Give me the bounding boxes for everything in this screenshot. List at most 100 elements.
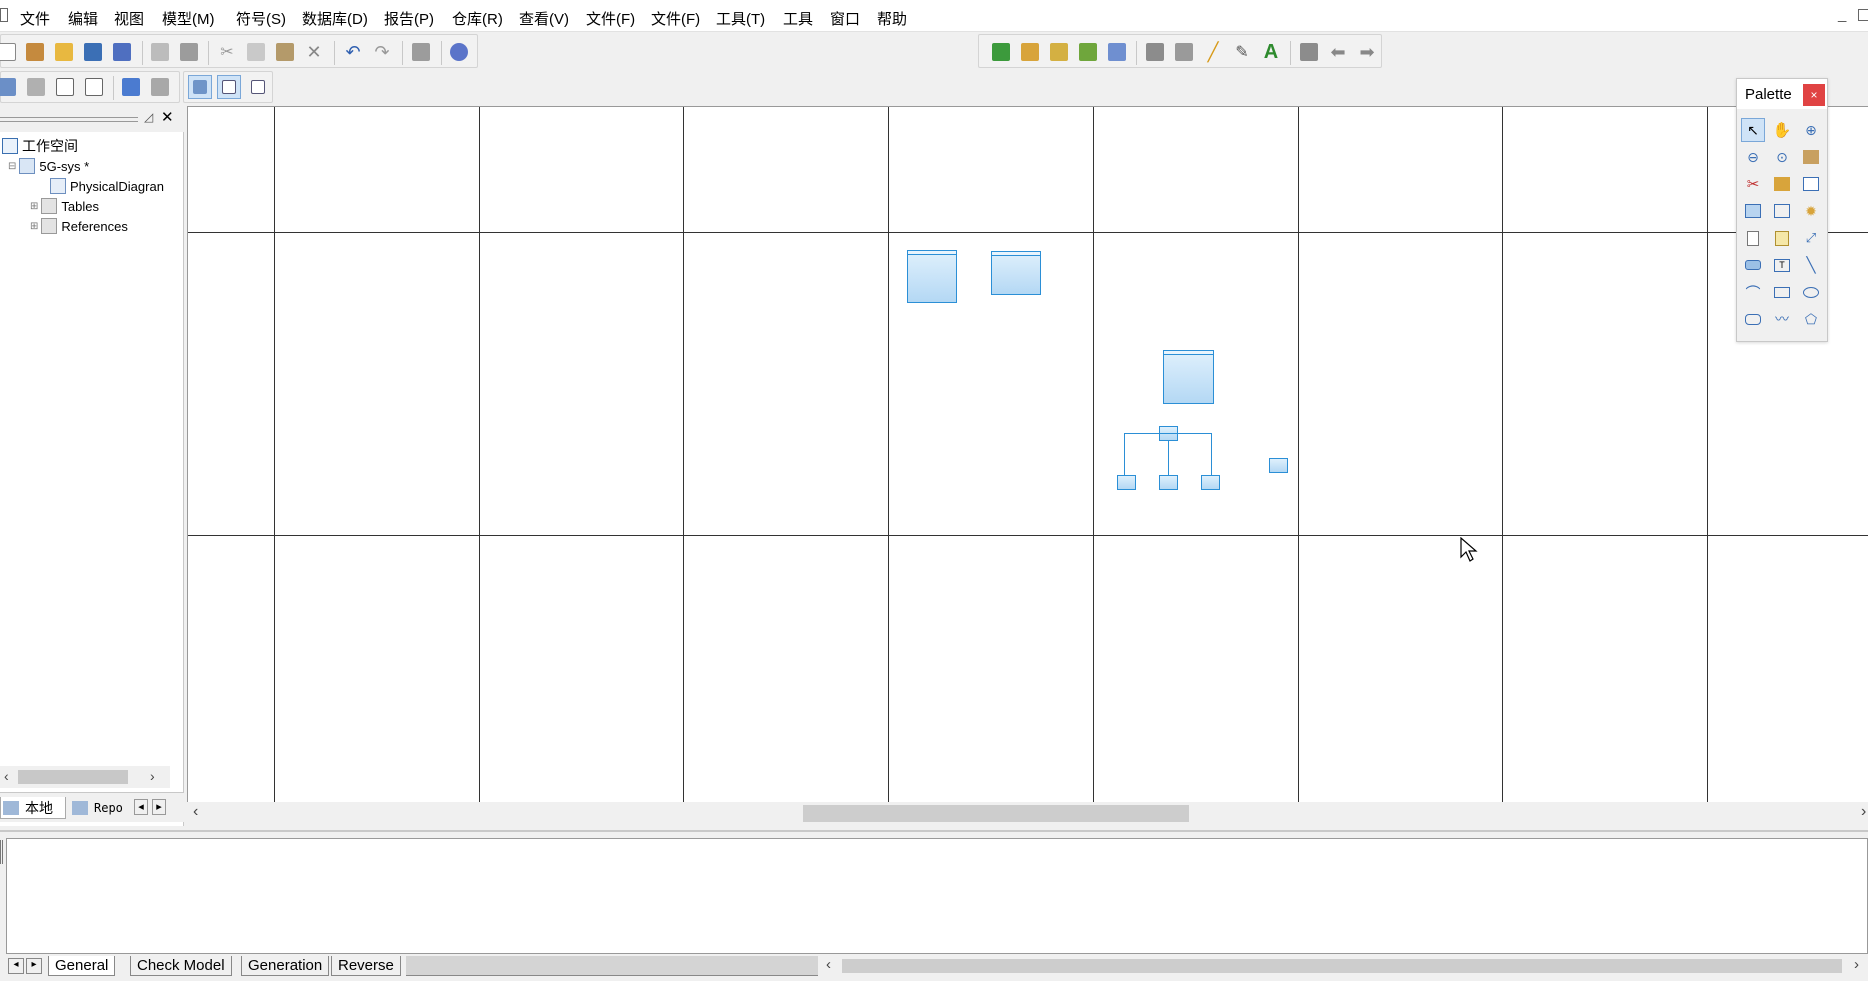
cut-icon[interactable]: ✂ xyxy=(215,40,239,64)
tb2-icon-3[interactable] xyxy=(53,75,77,99)
menu-view[interactable]: 视图 xyxy=(114,8,144,29)
output-horizontal-scrollbar[interactable]: ‹ › xyxy=(820,956,1868,976)
paste-icon[interactable] xyxy=(273,40,297,64)
open-icon[interactable] xyxy=(52,40,76,64)
menu-tools[interactable]: 工具 xyxy=(783,8,813,29)
expand-icon[interactable]: ⊞ xyxy=(30,201,38,212)
table-symbol[interactable] xyxy=(991,251,1041,295)
menu-file-2[interactable]: 文件(F) xyxy=(586,8,635,29)
collapse-icon[interactable]: ⊟ xyxy=(8,161,16,172)
ellipse-tool-icon[interactable] xyxy=(1799,280,1823,304)
arrow-right-icon[interactable]: ➡ xyxy=(1355,40,1379,64)
delete-icon[interactable]: ✕ xyxy=(302,40,326,64)
rectangle-tool-icon[interactable] xyxy=(1770,280,1794,304)
new-icon[interactable] xyxy=(0,40,19,64)
arrow-left-icon[interactable]: ⬅ xyxy=(1326,40,1350,64)
print-preview-icon[interactable] xyxy=(148,40,172,64)
tab-scroll-left-icon[interactable]: ◂ xyxy=(8,958,24,974)
view-tool-icon[interactable] xyxy=(1741,199,1765,223)
grid-icon[interactable] xyxy=(246,75,270,99)
polygon-tool-icon[interactable]: ⬠ xyxy=(1799,307,1823,331)
tab-scroll-right-icon[interactable]: ▸ xyxy=(152,799,166,815)
menu-window[interactable]: 窗口 xyxy=(830,8,860,29)
properties-icon[interactable] xyxy=(409,40,433,64)
save-icon[interactable] xyxy=(81,40,105,64)
zoom-fit-icon[interactable]: ⊙ xyxy=(1770,145,1794,169)
reference-tool-icon[interactable] xyxy=(1770,199,1794,223)
refresh-icon[interactable] xyxy=(1076,40,1100,64)
print-icon[interactable] xyxy=(177,40,201,64)
title-tool-icon[interactable]: T xyxy=(1770,253,1794,277)
pin-icon[interactable]: ◿ xyxy=(144,110,153,124)
scroll-right-icon[interactable]: › xyxy=(150,768,155,784)
menu-model[interactable]: 模型(M) xyxy=(162,8,215,29)
palette-close-button[interactable]: × xyxy=(1803,84,1825,106)
menu-help[interactable]: 帮助 xyxy=(877,8,907,29)
new-model-icon[interactable] xyxy=(23,40,47,64)
arc-tool-icon[interactable]: ⌒ xyxy=(1741,280,1765,304)
file-tool-icon[interactable] xyxy=(1741,226,1765,250)
tb2-icon-4[interactable] xyxy=(82,75,106,99)
menu-file-3[interactable]: 文件(F) xyxy=(651,8,700,29)
align-icon[interactable] xyxy=(1297,40,1321,64)
tree-item-references[interactable]: ⊞ References xyxy=(30,216,128,236)
rounded-rect-tool-icon[interactable] xyxy=(1741,307,1765,331)
procedure-tool-icon[interactable]: ✹ xyxy=(1799,199,1823,223)
checkout-icon[interactable] xyxy=(447,40,471,64)
scroll-thumb[interactable] xyxy=(803,805,1189,822)
list-icon[interactable] xyxy=(217,75,241,99)
scroll-right-icon[interactable]: › xyxy=(1854,956,1859,973)
find-icon[interactable] xyxy=(188,75,212,99)
tab-scroll-left-icon[interactable]: ◂ xyxy=(134,799,148,815)
tree-item-workspace[interactable]: 工作空间 xyxy=(2,136,78,156)
browser-horizontal-scrollbar[interactable]: ‹ › xyxy=(0,766,170,788)
menu-file-1[interactable]: 文件 xyxy=(20,8,50,29)
restore-icon[interactable] xyxy=(1858,9,1868,21)
check-icon[interactable] xyxy=(1105,40,1129,64)
tb2-icon-6[interactable] xyxy=(148,75,172,99)
tree-item-tables[interactable]: ⊞ Tables xyxy=(30,196,99,216)
table-symbol[interactable] xyxy=(1163,350,1214,404)
menu-database[interactable]: 数据库(D) xyxy=(302,8,368,29)
tab-generation[interactable]: Generation xyxy=(241,956,330,976)
canvas-horizontal-scrollbar[interactable]: ‹ › xyxy=(187,802,1868,824)
tb2-icon-2[interactable] xyxy=(24,75,48,99)
save-all-icon[interactable] xyxy=(110,40,134,64)
undo-icon[interactable]: ↶ xyxy=(341,40,365,64)
polyline-tool-icon[interactable]: 〰 xyxy=(1770,307,1794,331)
pen-icon[interactable]: ╱ xyxy=(1201,40,1225,64)
table-symbol-small[interactable] xyxy=(1159,475,1178,490)
add-procedure-icon[interactable] xyxy=(1047,40,1071,64)
zoom-out-icon[interactable]: ⊖ xyxy=(1741,145,1765,169)
scroll-thumb[interactable] xyxy=(842,959,1842,973)
close-browser-icon[interactable]: ✕ xyxy=(161,108,174,126)
add-table-icon[interactable] xyxy=(989,40,1013,64)
tree-item-model[interactable]: ⊟ 5G-sys * xyxy=(8,156,89,176)
tree-item-diagram[interactable]: PhysicalDiagran xyxy=(50,176,164,196)
scroll-left-icon[interactable]: ‹ xyxy=(4,768,9,784)
tab-reverse[interactable]: Reverse xyxy=(331,956,401,976)
menu-repository[interactable]: 仓库(R) xyxy=(452,8,503,29)
tb2-icon-5[interactable] xyxy=(119,75,143,99)
tab-scroll-right-icon[interactable]: ▸ xyxy=(26,958,42,974)
tab-repo[interactable]: Repo xyxy=(70,797,132,819)
tab-local[interactable]: 本地 xyxy=(0,797,66,819)
expand-icon[interactable]: ⊞ xyxy=(30,221,38,232)
tab-check-model[interactable]: Check Model xyxy=(130,956,232,976)
shadow-icon[interactable] xyxy=(1172,40,1196,64)
tb2-icon-1[interactable] xyxy=(0,75,19,99)
scroll-left-icon[interactable]: ‹ xyxy=(193,803,198,821)
menu-inspect[interactable]: 查看(V) xyxy=(519,8,569,29)
font-icon[interactable]: A xyxy=(1259,40,1283,64)
scroll-right-icon[interactable]: › xyxy=(1861,803,1866,821)
zoom-in-icon[interactable]: ⊕ xyxy=(1799,118,1823,142)
open-package-icon[interactable] xyxy=(1799,145,1823,169)
cut-tool-icon[interactable]: ✂ xyxy=(1741,172,1765,196)
table-symbol-small[interactable] xyxy=(1201,475,1220,490)
menu-symbol[interactable]: 符号(S) xyxy=(236,8,286,29)
menu-edit[interactable]: 编辑 xyxy=(68,8,98,29)
menu-tools-t[interactable]: 工具(T) xyxy=(716,8,765,29)
minimize-button[interactable]: _ xyxy=(1838,6,1846,23)
pointer-icon[interactable]: ↖ xyxy=(1741,118,1765,142)
link-tool-icon[interactable]: ⤢ xyxy=(1799,226,1823,250)
